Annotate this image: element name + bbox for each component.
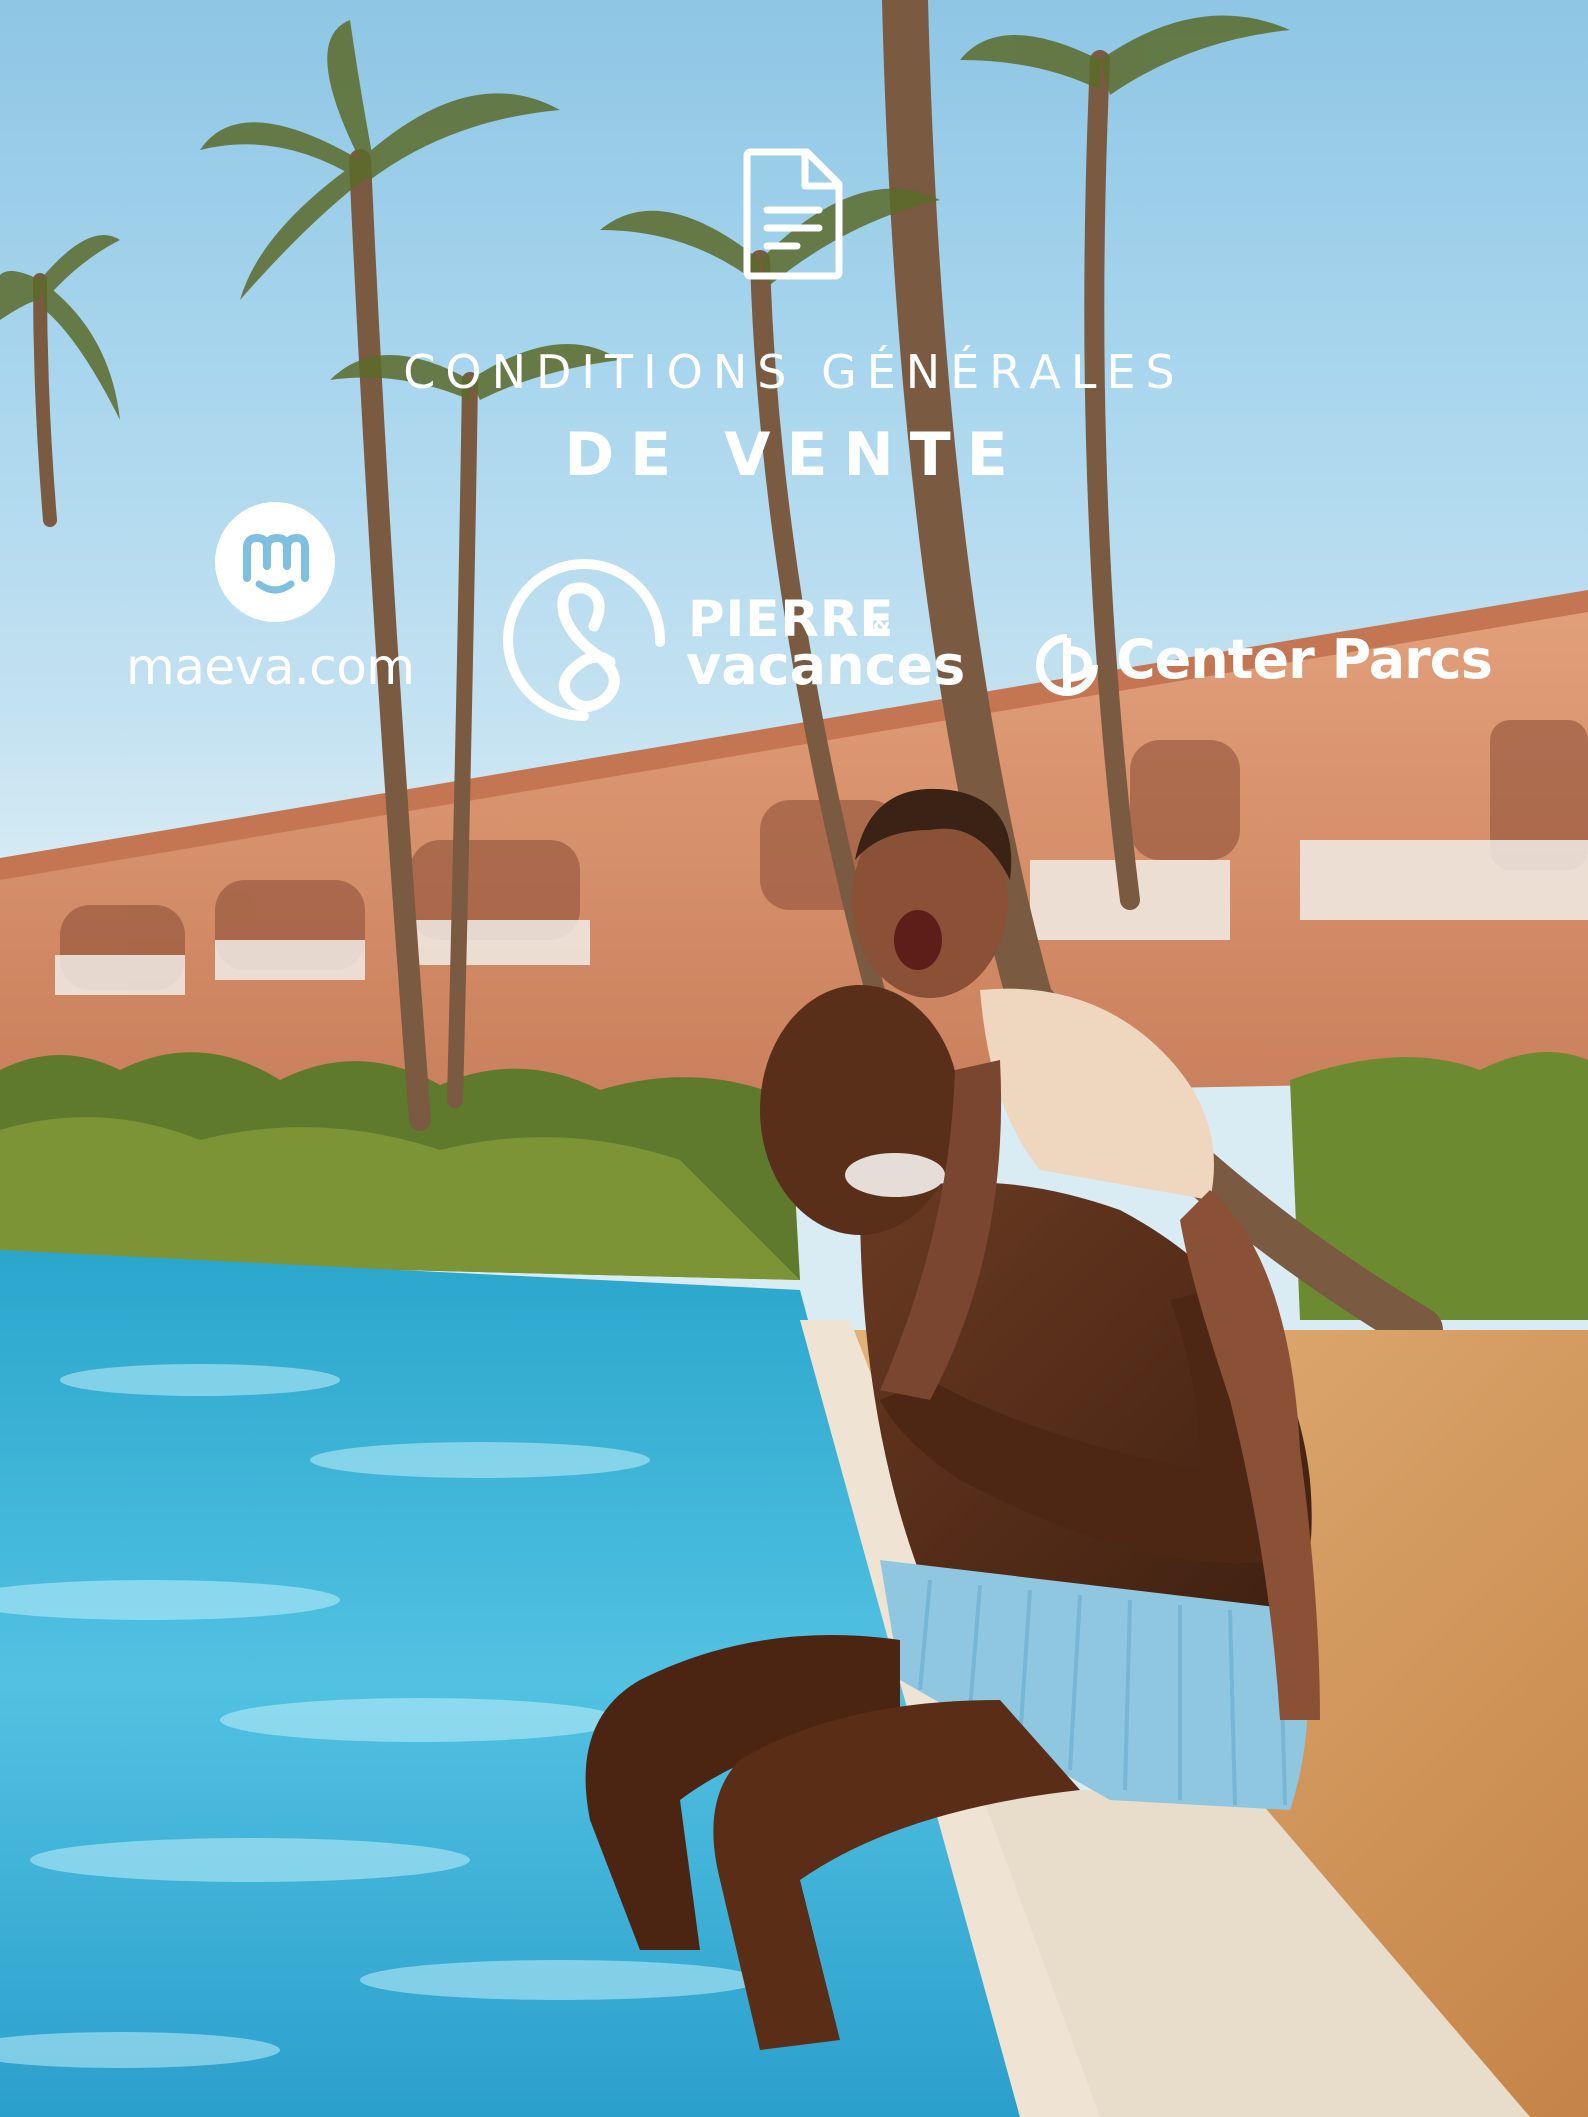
center-parcs-logo-icon — [1036, 634, 1098, 696]
maeva-brand-name: maeva.com — [126, 638, 415, 696]
pierre-vacances-name-line2: vacances — [686, 634, 966, 697]
document-icon — [743, 148, 843, 280]
center-parcs-brand-name: Center Parcs — [1116, 628, 1493, 691]
pierre-vacances-ampersand: & — [873, 612, 891, 636]
document-title-line2: DE VENTE — [564, 420, 1024, 490]
pierre-vacances-logo-icon — [503, 559, 666, 721]
maeva-logo-icon — [215, 502, 335, 622]
cover-page: CONDITIONS GÉNÉRALES DE VENTE maeva.com … — [0, 0, 1588, 2117]
cover-photo — [0, 0, 1588, 2117]
document-title-line1: CONDITIONS GÉNÉRALES — [403, 345, 1185, 399]
